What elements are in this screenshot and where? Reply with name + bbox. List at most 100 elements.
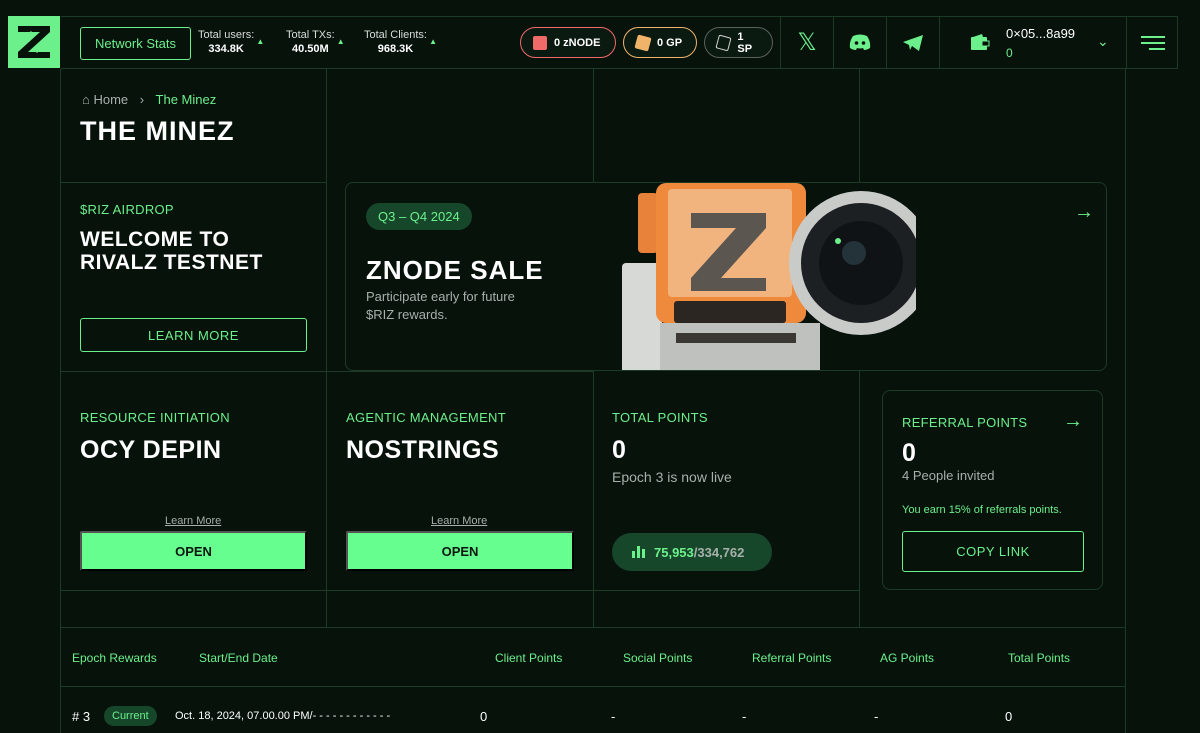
caret-up-icon: ▲ [429,37,437,46]
gp-pill[interactable]: 0 GP [623,27,697,58]
stat-label: Total Clients: [364,29,427,41]
sp-count: 1 SP [737,30,753,55]
agentic-label: AGENTIC MANAGEMENT [346,410,506,425]
airdrop-label: $RIZ AIRDROP [80,202,174,217]
sale-desc-line2: $RIZ rewards. [366,307,448,322]
discord-link[interactable] [833,16,886,69]
resource-title: OCY DEPIN [80,436,222,464]
grid-line [60,686,1126,687]
grid-line [326,69,327,627]
grid-line [60,627,1126,628]
arrow-right-icon[interactable]: → [1074,201,1094,224]
agentic-learn-more-link[interactable]: Learn More [431,515,487,527]
telegram-link[interactable] [886,16,939,69]
home-icon[interactable]: ⌂ [82,92,90,107]
stat-total-users: Total users: 334.8K ▲ [198,29,264,55]
logo-mark-icon [18,26,50,58]
grid-line [60,371,593,372]
grid-line [1125,69,1126,733]
grid-line [593,371,594,627]
rivalz-logo[interactable] [8,16,60,68]
resource-learn-more-link[interactable]: Learn More [165,515,221,527]
discord-icon [849,34,871,50]
resource-label: RESOURCE INITIATION [80,410,230,425]
arrow-right-icon[interactable]: → [1063,410,1083,433]
col-start-end-date: Start/End Date [199,651,278,665]
hamburger-menu[interactable] [1126,16,1178,69]
stat-label: Total users: [198,29,255,41]
referral-card: REFERRAL POINTS → 0 4 People invited You… [882,390,1103,590]
breadcrumb-home[interactable]: Home [93,92,128,107]
col-referral-points: Referral Points [752,651,832,665]
grid-line [60,69,61,733]
rank-pill[interactable]: 75,953/334,762 [612,533,772,571]
row-referral-points: - [742,709,747,724]
sale-description: Participate early for future $RIZ reward… [366,288,515,324]
col-epoch-rewards: Epoch Rewards [72,651,157,665]
col-total-points: Total Points [1008,651,1071,665]
row-client-points: 0 [480,709,488,724]
sp-icon [715,34,732,51]
epoch-note: Epoch 3 is now live [612,469,732,485]
referral-value: 0 [902,439,917,467]
stat-value: 334.8K [208,43,244,55]
referral-earn-note: You earn 15% of referrals points. [902,504,1062,516]
stat-total-txs: Total TXs: 40.50M ▲ [286,29,345,55]
wallet-address: 0×05...8a99 [1006,26,1076,41]
menu-icon [1140,35,1165,50]
current-badge: Current [104,706,157,726]
airdrop-title-line2: RIVALZ TESTNET [80,251,263,274]
caret-up-icon: ▲ [336,37,345,46]
learn-more-button[interactable]: LEARN MORE [80,318,307,352]
sale-title: ZNODE SALE [366,255,544,285]
sp-pill[interactable]: 1 SP [704,27,773,58]
agentic-open-button[interactable]: OPEN [346,531,574,571]
grid-line [593,69,594,182]
grid-line [859,69,860,182]
stat-value: 40.50M [292,43,329,55]
rank-total: /334,762 [693,544,745,560]
znode-pill[interactable]: 0 zNODE [520,27,616,58]
stat-total-clients: Total Clients: 968.3K ▲ [364,29,437,55]
row-social-points: - [611,709,616,724]
breadcrumb-current: The Minez [155,92,217,107]
telegram-icon [903,34,923,51]
agentic-title: NOSTRINGS [346,436,500,464]
row-ag-points: - [874,709,879,724]
rank-value: 75,953 [654,544,694,560]
row-date: Oct. 18, 2024, 07.00.00 PM/- - - - - - -… [175,710,391,722]
x-twitter-icon: 𝕏 [797,29,817,56]
row-epoch: # 3 [72,709,91,724]
resource-open-button[interactable]: OPEN [80,531,307,571]
znode-icon [533,35,547,50]
znode-device-image [622,183,916,370]
breadcrumb: ⌂ Home › The Minez [82,92,216,107]
chevron-down-icon[interactable]: ⌄ [1097,33,1109,50]
wallet-icon [971,34,990,50]
gp-count: 0 GP [657,36,683,49]
stat-value: 968.3K [377,43,414,55]
copy-link-button[interactable]: COPY LINK [902,531,1084,572]
row-total-points: 0 [1005,709,1013,724]
x-twitter-link[interactable]: 𝕏 [780,16,833,69]
bar-chart-icon [632,546,645,558]
caret-up-icon: ▲ [256,37,265,46]
col-ag-points: AG Points [880,651,935,665]
grid-line [60,182,326,183]
airdrop-title-line1: WELCOME TO [80,228,230,251]
gp-icon [634,33,652,52]
quarter-badge: Q3 – Q4 2024 [366,203,472,230]
breadcrumb-separator: › [139,92,145,107]
stat-label: Total TXs: [286,29,335,41]
col-client-points: Client Points [495,651,563,665]
network-stats-button[interactable]: Network Stats [80,27,191,60]
sale-desc-line1: Participate early for future [366,289,515,304]
znode-count: 0 zNODE [554,36,601,49]
col-social-points: Social Points [623,651,693,665]
grid-line [859,371,860,627]
page-title: THE MINEZ [80,116,235,146]
znode-sale-card[interactable]: Q3 – Q4 2024 ZNODE SALE Participate earl… [345,182,1107,371]
total-points-label: TOTAL POINTS [612,410,708,425]
wallet-balance: 0 [1006,46,1013,60]
people-invited: 4 People invited [902,468,995,483]
